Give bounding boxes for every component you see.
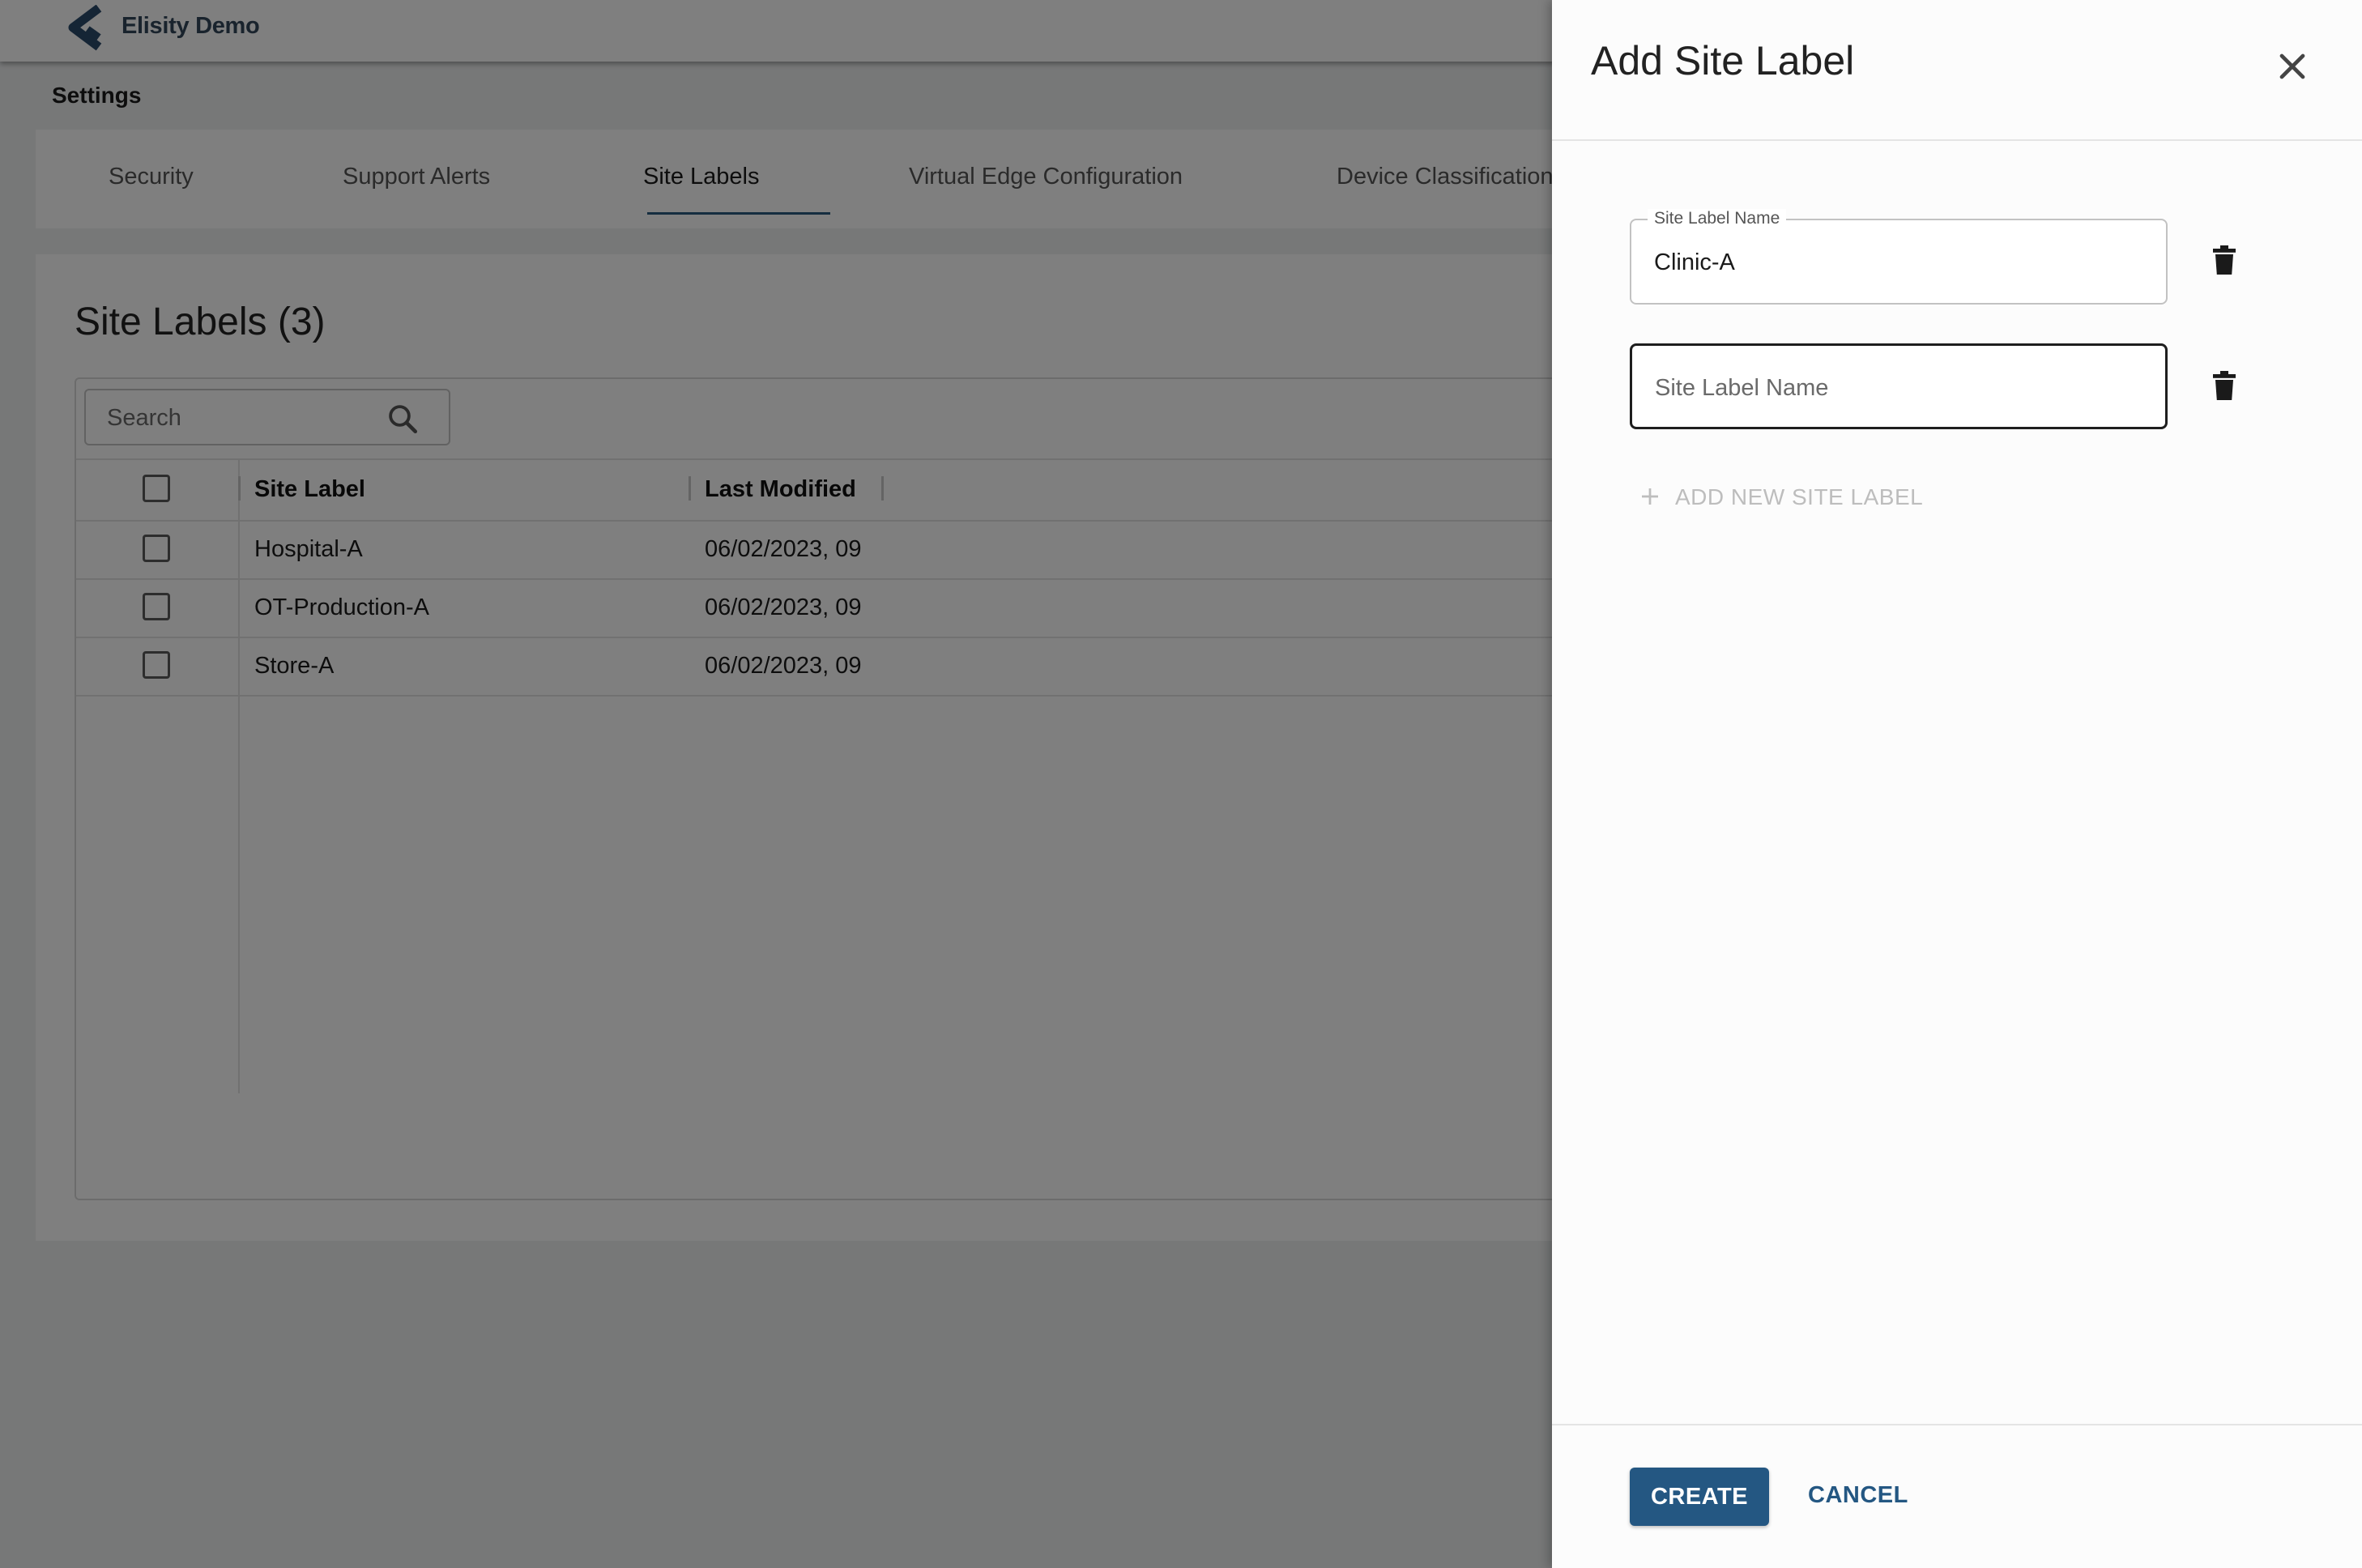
close-icon[interactable]	[2271, 45, 2313, 87]
site-label-name-field	[1630, 343, 2168, 429]
field-legend: Site Label Name	[1648, 209, 1787, 228]
site-label-name-field: Site Label Name	[1630, 209, 2168, 305]
create-button[interactable]: CREATE	[1630, 1468, 1769, 1526]
trash-icon[interactable]	[2212, 245, 2236, 275]
plus-icon	[1642, 488, 1658, 505]
drawer-header-divider	[1552, 139, 2362, 141]
drawer-footer-divider	[1552, 1424, 2362, 1425]
drawer-title: Add Site Label	[1591, 38, 1855, 83]
site-label-name-input[interactable]	[1653, 369, 2142, 407]
cancel-button[interactable]: CANCEL	[1808, 1482, 1908, 1509]
trash-icon[interactable]	[2212, 371, 2236, 400]
site-label-name-input[interactable]	[1652, 243, 2142, 282]
add-new-site-label-text: ADD NEW SITE LABEL	[1675, 484, 1924, 509]
add-site-label-drawer: Add Site Label Site Label Name ADD NEW S…	[1552, 0, 2362, 1568]
